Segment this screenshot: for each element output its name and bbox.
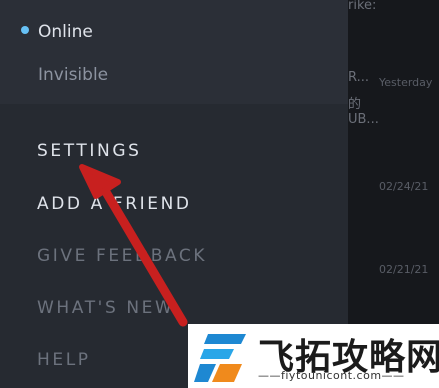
- watermark-logo-icon: [194, 334, 246, 382]
- bg-chat-timestamp: 02/24/21: [379, 180, 429, 193]
- online-status-dot-icon: [21, 26, 29, 34]
- bg-chat-text: R...: [348, 70, 369, 85]
- watermark: 飞拓攻略网 ——fiytounicont.com——: [188, 324, 439, 388]
- menu-item-give-feedback-label: GIVE FEEDBACK: [37, 246, 208, 266]
- bg-chat-text: rike:: [348, 0, 377, 13]
- status-online-option[interactable]: Online: [0, 12, 348, 52]
- bg-chat-text: 的: [348, 97, 362, 112]
- menu-item-help-label: HELP: [37, 350, 91, 370]
- bg-chat-timestamp: 02/21/21: [379, 263, 429, 276]
- bg-chat-timestamp: Yesterday: [379, 76, 433, 89]
- watermark-url: ——fiytounicont.com——: [258, 369, 405, 382]
- status-invisible-option[interactable]: Invisible: [0, 55, 348, 95]
- menu-item-whats-new-label: WHAT'S NEW: [37, 298, 175, 318]
- menu-item-settings-label: SETTINGS: [37, 141, 142, 161]
- menu-item-add-friend[interactable]: ADD A FRIEND: [0, 182, 348, 226]
- menu-item-add-friend-label: ADD A FRIEND: [37, 194, 192, 214]
- menu-item-give-feedback[interactable]: GIVE FEEDBACK: [0, 234, 348, 278]
- status-online-label: Online: [38, 22, 93, 42]
- status-invisible-label: Invisible: [38, 65, 109, 85]
- menu-item-settings[interactable]: SETTINGS: [0, 129, 348, 173]
- status-menu: Online Invisible: [0, 0, 348, 104]
- bg-chat-text: UB...: [348, 112, 379, 127]
